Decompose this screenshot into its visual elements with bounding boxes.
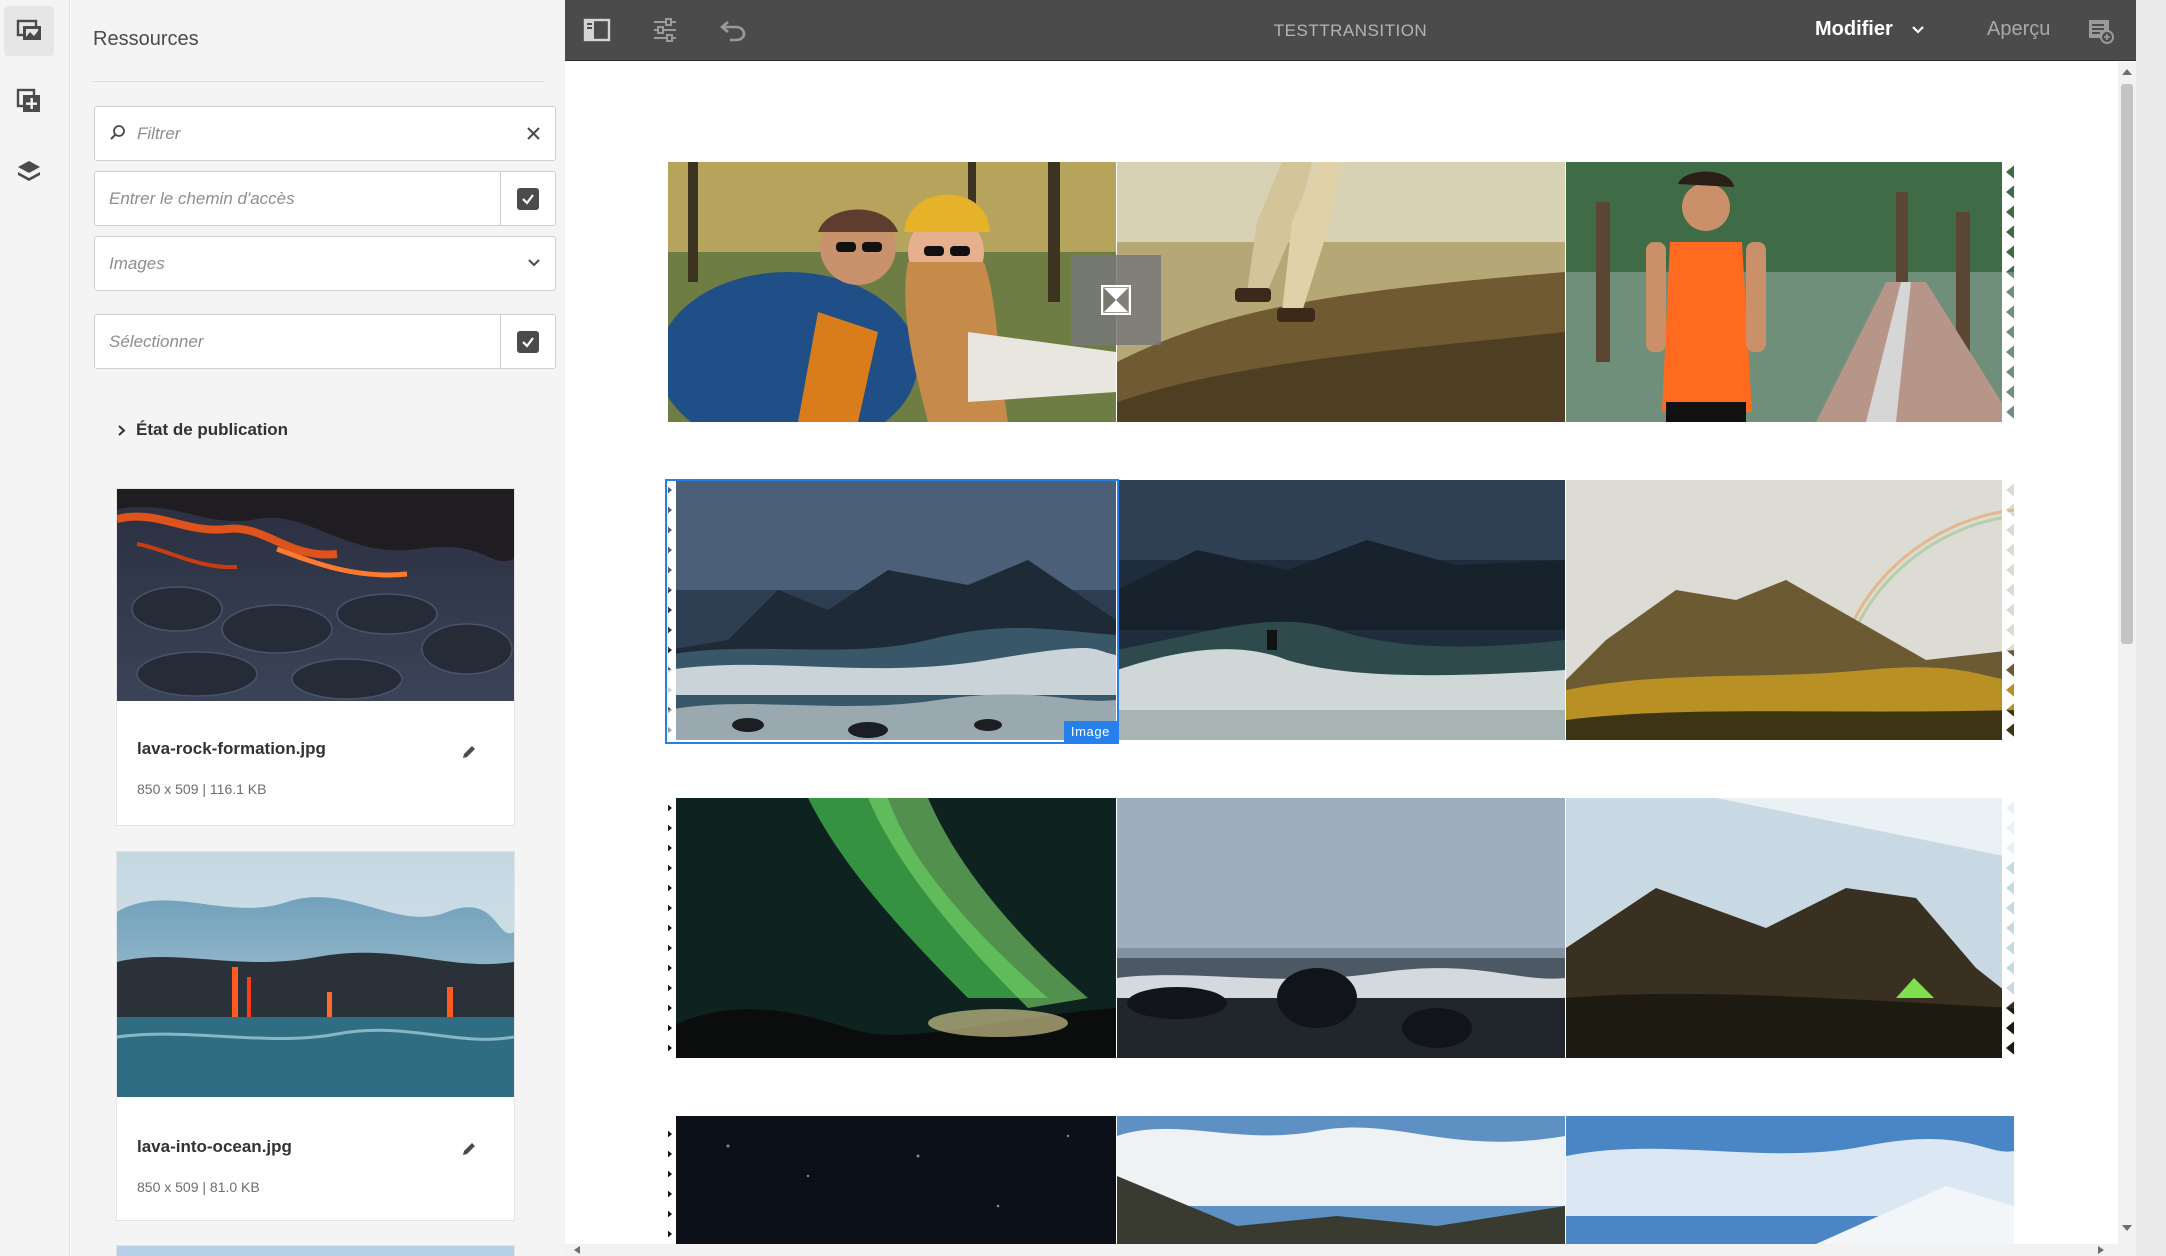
- publication-status-toggle[interactable]: État de publication: [117, 420, 288, 440]
- scroll-left-icon[interactable]: [573, 1246, 580, 1254]
- clear-icon[interactable]: [526, 126, 541, 141]
- scroll-down-icon[interactable]: [2122, 1225, 2132, 1232]
- select-input[interactable]: Sélectionner: [109, 332, 204, 352]
- asset-thumbnail: [117, 852, 514, 1097]
- asset-thumbnail: [117, 489, 514, 701]
- content-tree-button[interactable]: [4, 146, 54, 196]
- window-edge: [2136, 0, 2166, 1256]
- asset-type-select[interactable]: Images: [94, 236, 556, 291]
- assets-panel-button[interactable]: [4, 6, 54, 56]
- gallery-image-surfer[interactable]: [1117, 480, 1565, 740]
- component-type-badge: Image: [1063, 721, 1117, 742]
- components-panel-icon: [16, 88, 40, 112]
- preview-button[interactable]: Aperçu: [1987, 18, 2050, 41]
- zigzag-edge-left: [660, 1116, 676, 1244]
- asset-metadata: 850 x 509 | 81.0 KB: [137, 1179, 260, 1195]
- gallery-image-cloudy-ridge[interactable]: [1117, 1116, 1565, 1244]
- zigzag-edge-left: [660, 798, 676, 1058]
- gallery-image-hiker-legs[interactable]: [1117, 162, 1565, 422]
- scroll-right-icon[interactable]: [2098, 1246, 2105, 1254]
- selected-component-outline[interactable]: Image: [665, 479, 1119, 744]
- chevron-down-icon: [528, 259, 540, 267]
- mode-selector[interactable]: Modifier: [1815, 18, 1925, 41]
- asset-type-value: Images: [109, 254, 165, 273]
- transition-icon: [1101, 285, 1131, 315]
- path-input[interactable]: Entrer le chemin d'accès: [109, 189, 295, 209]
- canvas-scroll-thumb[interactable]: [2121, 84, 2133, 644]
- annotate-icon[interactable]: [2087, 18, 2115, 44]
- asset-metadata: 850 x 509 | 116.1 KB: [137, 781, 267, 797]
- mode-label: Modifier: [1815, 18, 1893, 40]
- path-picker-button[interactable]: [500, 172, 555, 225]
- select-picker-button[interactable]: [500, 315, 555, 368]
- asset-card[interactable]: lava-into-ocean.jpg 850 x 509 | 81.0 KB: [116, 851, 515, 1221]
- assets-panel: Ressources Filtrer Entrer le chemin d'ac…: [71, 0, 565, 1256]
- gallery-image-snowy-peak[interactable]: [1566, 1116, 2014, 1244]
- asset-card[interactable]: lava-rock-formation.jpg 850 x 509 | 116.…: [116, 488, 515, 826]
- filter-input[interactable]: Filtrer: [137, 124, 180, 144]
- assets-panel-icon: [16, 19, 41, 40]
- components-panel-button[interactable]: [4, 76, 54, 126]
- zigzag-edge-right: [2002, 798, 2018, 1058]
- edit-icon[interactable]: [462, 1142, 476, 1156]
- gallery-image-friends-selfie[interactable]: [668, 162, 1116, 422]
- gallery-image-night-sky[interactable]: [668, 1116, 1116, 1244]
- chevron-down-icon: [1912, 25, 1924, 34]
- zigzag-edge-right: [2002, 162, 2018, 422]
- path-field[interactable]: Entrer le chemin d'accès: [94, 171, 556, 226]
- transition-toggle-button[interactable]: [1071, 255, 1161, 345]
- canvas-horizontal-scrollbar[interactable]: [565, 1244, 2136, 1256]
- zigzag-edge-right: [2002, 480, 2018, 740]
- gallery-image-rainbow-mountain[interactable]: [1566, 480, 2014, 740]
- asset-card[interactable]: [116, 1245, 515, 1256]
- search-icon: [110, 125, 125, 140]
- asset-filename: lava-rock-formation.jpg: [137, 739, 326, 758]
- asset-filename: lava-into-ocean.jpg: [137, 1137, 292, 1156]
- side-rail: [0, 0, 70, 1256]
- gallery-image-aurora[interactable]: [668, 798, 1116, 1058]
- gallery-image-rocky-shore[interactable]: [1117, 798, 1565, 1058]
- divider: [93, 81, 545, 82]
- layers-icon: [18, 161, 40, 181]
- chevron-right-icon: [118, 424, 126, 436]
- edit-icon[interactable]: [462, 745, 476, 759]
- publication-status-label: État de publication: [136, 420, 289, 439]
- panel-title: Ressources: [93, 28, 199, 50]
- scroll-up-icon[interactable]: [2122, 68, 2132, 75]
- editor-toolbar: TESTTRANSITION Modifier Aperçu: [565, 0, 2136, 61]
- canvas-vertical-scrollbar[interactable]: [2118, 62, 2136, 1244]
- gallery-image-runner[interactable]: [1566, 162, 2014, 422]
- select-field[interactable]: Sélectionner: [94, 314, 556, 369]
- filter-field[interactable]: Filtrer: [94, 106, 556, 161]
- checkbox-icon: [517, 330, 539, 353]
- checkbox-icon: [517, 187, 539, 210]
- gallery-image-valley-tent[interactable]: [1566, 798, 2014, 1058]
